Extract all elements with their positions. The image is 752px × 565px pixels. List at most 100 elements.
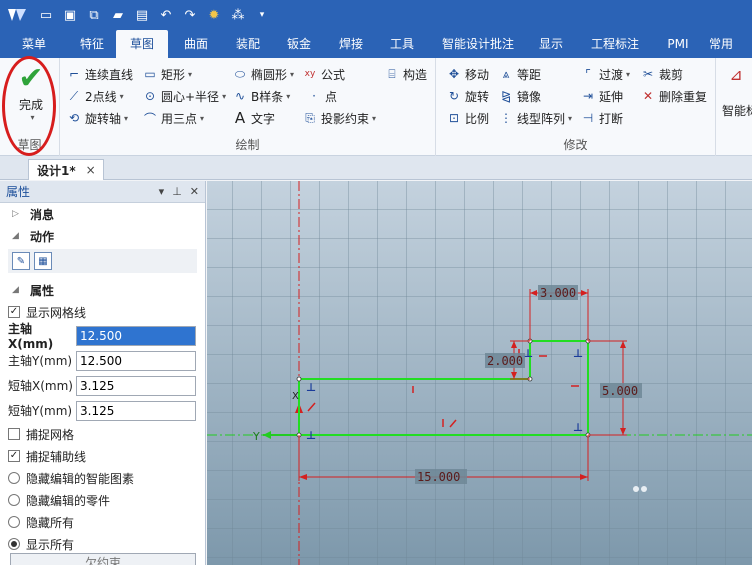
smart-dimension-button[interactable]: 智能标 bbox=[722, 100, 752, 120]
move-button[interactable]: ✥ 移动 bbox=[446, 64, 489, 84]
delete-icon: ✕ bbox=[642, 89, 654, 103]
tab-display[interactable]: 显示 bbox=[528, 30, 574, 58]
close-icon[interactable]: × bbox=[86, 163, 96, 177]
under-constrained-button[interactable]: 欠约束 bbox=[10, 553, 196, 565]
settings-gear-icon[interactable]: ✹ bbox=[204, 5, 224, 25]
dimension-right-height[interactable]: 5.000 bbox=[602, 384, 638, 398]
rotate-axis-button[interactable]: ⟲ 旋转轴 ▾ bbox=[66, 108, 128, 128]
polyline-button[interactable]: ⌐ 连续直线 bbox=[66, 64, 133, 84]
snap-grid-checkbox[interactable] bbox=[8, 428, 20, 440]
tab-pmi[interactable]: PMI bbox=[656, 30, 700, 58]
tab-common[interactable]: 常用 bbox=[700, 30, 742, 58]
panel-close-icon[interactable]: ✕ bbox=[190, 185, 199, 198]
redo-icon[interactable]: ↷ bbox=[180, 5, 200, 25]
panel-menu-icon[interactable]: ▾ bbox=[159, 185, 165, 198]
finish-button[interactable]: ✔ 完成 ▾ bbox=[6, 62, 56, 134]
section-messages[interactable]: ▷ 消息 bbox=[0, 203, 205, 225]
mirror-button[interactable]: ⧎ 镜像 bbox=[498, 86, 541, 106]
extend-label: 延伸 bbox=[599, 89, 624, 104]
hide-smart-row[interactable]: 隐藏编辑的智能图素 bbox=[0, 467, 205, 489]
show-all-radio[interactable] bbox=[8, 538, 20, 550]
panel-header: 属性 ▾ ⊥ ✕ bbox=[0, 181, 205, 203]
fillet-button[interactable]: ⌜ 过渡 ▾ bbox=[580, 64, 630, 84]
bspline-button[interactable]: ∿ B样条 ▾ bbox=[232, 86, 290, 106]
dimension-bottom-width[interactable]: 15.000 bbox=[417, 470, 460, 484]
canvas-grid bbox=[207, 181, 752, 565]
save-as-icon[interactable]: ▣ bbox=[60, 5, 80, 25]
pin-icon[interactable]: ⊥ bbox=[172, 185, 182, 198]
rectangle-button[interactable]: ▭ 矩形 ▾ bbox=[142, 64, 192, 84]
chevron-down-icon: ▾ bbox=[200, 113, 205, 123]
design-tree-icon[interactable]: ⁂ bbox=[228, 5, 248, 25]
rotate-button[interactable]: ↻ 旋转 bbox=[446, 86, 489, 106]
show-grid-checkbox[interactable]: ✓ bbox=[8, 306, 20, 318]
edit-action-icon[interactable]: ✎ bbox=[12, 252, 30, 270]
snap-aux-row[interactable]: ✓ 捕捉辅助线 bbox=[0, 445, 205, 467]
construct-icon: ⌸ bbox=[388, 66, 396, 81]
quick-access-dropdown-icon[interactable]: ▾ bbox=[252, 5, 272, 25]
major-y-input[interactable] bbox=[76, 350, 196, 371]
major-y-row: 主轴Y(mm) bbox=[0, 348, 205, 373]
circle-button[interactable]: ⊙ 圆心+半径 ▾ bbox=[142, 86, 226, 106]
major-x-input[interactable] bbox=[76, 325, 196, 346]
document-tab-design1[interactable]: 设计1* × bbox=[28, 159, 104, 180]
export-icon[interactable]: ⧉ bbox=[84, 5, 104, 25]
tab-menu[interactable]: 菜单 bbox=[0, 30, 68, 58]
section-properties[interactable]: ◢ 属性 bbox=[0, 279, 205, 301]
minor-x-input[interactable] bbox=[76, 375, 196, 396]
scale-button[interactable]: ⊡ 比例 bbox=[446, 108, 489, 128]
view-indicator-dot bbox=[633, 486, 639, 492]
tab-sheet-metal[interactable]: 钣金 bbox=[272, 30, 326, 58]
delete-duplicate-button[interactable]: ✕ 删除重复 bbox=[640, 86, 707, 106]
sketch-svg[interactable]: Y ⊥⊥ ⊥ ⊥⊥ 3.000 2.000 5.000 15.000 X bbox=[207, 181, 752, 565]
ellipse-button[interactable]: ⬭ 椭圆形 ▾ bbox=[232, 64, 294, 84]
sketch-canvas[interactable]: Y ⊥ ⊥ ⊥ ⊥ ⊥ 3.000 2.000 5.000 15.000 X bbox=[207, 181, 752, 565]
three-point-button[interactable]: ⌒ 用三点 ▾ bbox=[142, 108, 204, 128]
major-x-row: 主轴X(mm) bbox=[0, 322, 205, 351]
show-all-row[interactable]: 显示所有 bbox=[0, 533, 205, 555]
hide-parts-row[interactable]: 隐藏编辑的零件 bbox=[0, 489, 205, 511]
construct-label: 构造 bbox=[403, 67, 428, 82]
tab-smart-design-annotation[interactable]: 智能设计批注 bbox=[428, 30, 528, 58]
new-file-icon[interactable]: ▭ bbox=[36, 5, 56, 25]
tab-tools[interactable]: 工具 bbox=[376, 30, 428, 58]
point-button[interactable]: · 点 bbox=[306, 86, 337, 106]
snap-aux-checkbox[interactable]: ✓ bbox=[8, 450, 20, 462]
dimension-top-width[interactable]: 3.000 bbox=[540, 286, 576, 300]
section-actions[interactable]: ◢ 动作 bbox=[0, 225, 205, 247]
offset-button[interactable]: ⩓ 等距 bbox=[498, 64, 541, 84]
text-button[interactable]: A 文字 bbox=[232, 108, 275, 128]
construct-button[interactable]: ⌸ 构造 bbox=[384, 64, 427, 84]
tab-features[interactable]: 特征 bbox=[68, 30, 116, 58]
hide-all-row[interactable]: 隐藏所有 bbox=[0, 511, 205, 533]
tab-assembly[interactable]: 装配 bbox=[224, 30, 272, 58]
hide-all-label: 隐藏所有 bbox=[26, 515, 75, 530]
undo-icon[interactable]: ↶ bbox=[156, 5, 176, 25]
snap-grid-row[interactable]: 捕捉网格 bbox=[0, 423, 205, 445]
tab-sketch[interactable]: 草图 bbox=[116, 30, 168, 58]
formula-button[interactable]: xy 公式 bbox=[302, 64, 345, 84]
two-point-line-button[interactable]: ⟋ 2点线 ▾ bbox=[66, 86, 124, 106]
tab-welding[interactable]: 焊接 bbox=[326, 30, 376, 58]
hide-all-radio[interactable] bbox=[8, 516, 20, 528]
text-icon: A bbox=[234, 109, 246, 127]
project-constraint-button[interactable]: ⎘ 投影约束 ▾ bbox=[302, 108, 376, 128]
open-folder-icon[interactable]: ▰ bbox=[108, 5, 128, 25]
tab-surface[interactable]: 曲面 bbox=[168, 30, 224, 58]
trim-button[interactable]: ✂ 裁剪 bbox=[640, 64, 683, 84]
delete-duplicate-label: 删除重复 bbox=[659, 89, 708, 104]
dimension-left-height[interactable]: 2.000 bbox=[487, 354, 523, 368]
major-x-label: 主轴X(mm) bbox=[8, 322, 54, 351]
linear-array-button[interactable]: ⋮ 线型阵列 ▾ bbox=[498, 108, 572, 128]
extend-button[interactable]: ⇥ 延伸 bbox=[580, 86, 623, 106]
collapse-icon: ◢ bbox=[12, 285, 19, 295]
minor-y-input[interactable] bbox=[76, 400, 196, 421]
hide-smart-radio[interactable] bbox=[8, 472, 20, 484]
break-button[interactable]: ⊣ 打断 bbox=[580, 108, 623, 128]
tab-engineering-annotation[interactable]: 工程标注 bbox=[574, 30, 656, 58]
rotate-axis-label: 旋转轴 bbox=[85, 111, 122, 126]
table-action-icon[interactable]: ▦ bbox=[34, 252, 52, 270]
trim-label: 裁剪 bbox=[659, 67, 684, 82]
save-icon[interactable]: ▤ bbox=[132, 5, 152, 25]
hide-parts-radio[interactable] bbox=[8, 494, 20, 506]
